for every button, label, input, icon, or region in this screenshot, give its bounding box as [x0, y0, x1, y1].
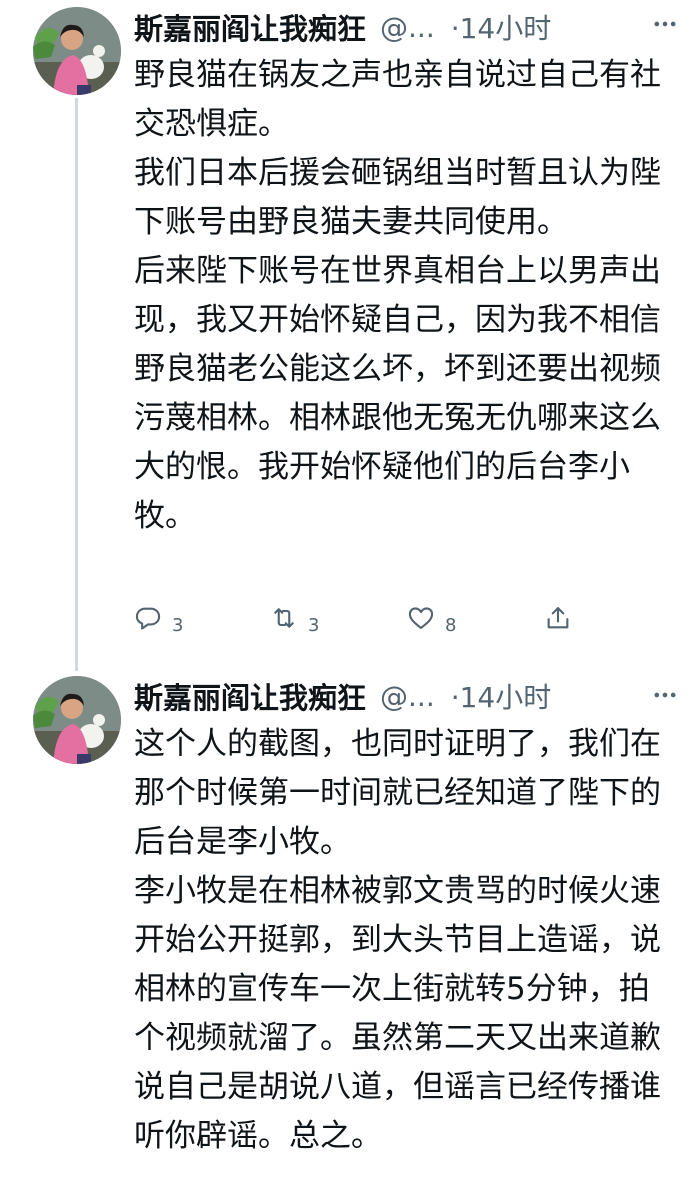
timestamp[interactable]: ·14小时 [451, 676, 552, 716]
tweet-1[interactable]: 斯嘉丽阎让我痴狂 @... ·14小时 野良猫在锅友之声也亲自说过自己有社交恐惧… [0, 0, 697, 670]
share-icon [547, 607, 569, 629]
tweet-paragraph: 这个人的截图，也同时证明了，我们在那个时候第一时间就已经知道了陛下的后台是李小牧… [134, 726, 661, 860]
retweet-count: 3 [308, 614, 320, 636]
share-button[interactable] [544, 598, 572, 638]
like-count: 8 [445, 614, 457, 636]
avatar-photo [33, 7, 121, 95]
tweet-actions: 3 3 8 [134, 598, 584, 638]
reply-count: 3 [172, 614, 184, 636]
heart-icon [408, 607, 434, 629]
tweet-paragraph: 李小牧是在相林被郭文贵骂的时候火速开始公开挺郭，到大头节目上造谣，说相林的宣传车… [134, 873, 661, 1154]
tweet-paragraph: 野良猫在锅友之声也亲自说过自己有社交恐惧症。 [134, 57, 661, 142]
more-options-icon [654, 21, 676, 27]
timestamp[interactable]: ·14小时 [451, 7, 552, 47]
reply-icon [135, 607, 161, 630]
avatar-photo [33, 676, 121, 764]
author-handle[interactable]: @... [380, 11, 435, 44]
reply-button[interactable]: 3 [134, 598, 183, 638]
tweet-header: 斯嘉丽阎让我痴狂 @... ·14小时 [134, 672, 697, 720]
more-options-icon [654, 692, 676, 698]
author-handle[interactable]: @... [380, 680, 435, 713]
tweet-header: 斯嘉丽阎让我痴狂 @... ·14小时 [134, 3, 697, 51]
tweet-paragraph: 后来陛下账号在世界真相台上以男声出现，我又开始怀疑自己，因为我不相信野良猫老公能… [134, 253, 661, 534]
like-button[interactable]: 8 [407, 598, 456, 638]
retweet-button[interactable]: 3 [270, 598, 319, 638]
tweet-text: 这个人的截图，也同时证明了，我们在那个时候第一时间就已经知道了陛下的后台是李小牧… [134, 720, 679, 1161]
avatar[interactable] [33, 676, 121, 764]
more-options-button[interactable] [649, 8, 681, 40]
author-name[interactable]: 斯嘉丽阎让我痴狂 [134, 6, 366, 48]
more-options-button[interactable] [649, 679, 681, 711]
tweet-text: 野良猫在锅友之声也亲自说过自己有社交恐惧症。 我们日本后援会砸锅组当时暂且认为陛… [134, 51, 679, 541]
avatar[interactable] [33, 7, 121, 95]
author-name[interactable]: 斯嘉丽阎让我痴狂 [134, 675, 366, 717]
tweet-paragraph: 我们日本后援会砸锅组当时暂且认为陛下账号由野良猫夫妻共同使用。 [134, 155, 661, 240]
retweet-icon [274, 608, 294, 628]
tweet-2[interactable]: 斯嘉丽阎让我痴狂 @... ·14小时 这个人的截图，也同时证明了，我们在那个时… [0, 670, 697, 1200]
